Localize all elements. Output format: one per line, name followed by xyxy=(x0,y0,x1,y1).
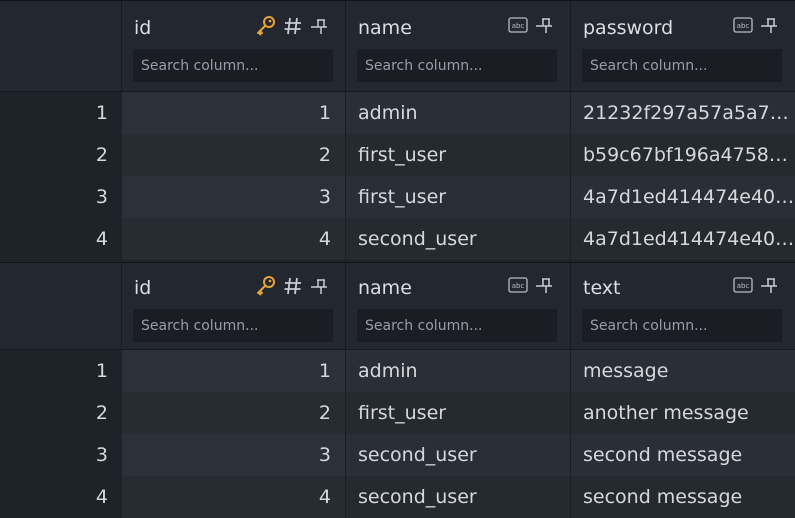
column-name: password xyxy=(583,17,674,39)
search-column-input[interactable] xyxy=(133,309,333,342)
pin-icon[interactable] xyxy=(309,16,329,36)
table-row[interactable]: 4 4 second_user second message xyxy=(0,476,795,518)
cell-id[interactable]: 3 xyxy=(122,434,346,476)
search-column-input[interactable] xyxy=(582,49,782,82)
cell-password[interactable]: 4a7d1ed414474e403... xyxy=(571,176,795,218)
search-column-input[interactable] xyxy=(357,49,557,82)
row-number: 1 xyxy=(0,92,122,134)
column-header-id[interactable]: id xyxy=(122,1,346,91)
svg-text:abc: abc xyxy=(512,22,525,30)
cell-name[interactable]: second_user xyxy=(346,434,571,476)
cell-id[interactable]: 4 xyxy=(122,476,346,518)
cell-id[interactable]: 1 xyxy=(122,350,346,392)
table-body: 1 1 admin message 2 2 first_user another… xyxy=(0,350,795,518)
table-row[interactable]: 1 1 admin 21232f297a57a5a743... xyxy=(0,92,795,134)
cell-id[interactable]: 4 xyxy=(122,218,346,260)
cell-text[interactable]: another message xyxy=(571,392,795,434)
pin-icon[interactable] xyxy=(534,15,554,35)
text-type-icon: abc xyxy=(508,277,528,293)
svg-text:abc: abc xyxy=(737,282,750,290)
users-table: id name abc xyxy=(0,0,795,260)
cell-name[interactable]: admin xyxy=(346,350,571,392)
hash-icon xyxy=(283,16,303,36)
row-number: 1 xyxy=(0,350,122,392)
key-icon xyxy=(255,275,277,297)
cell-text[interactable]: second message xyxy=(571,476,795,518)
column-header-text[interactable]: text abc xyxy=(571,263,795,349)
column-name: id xyxy=(134,277,152,299)
cell-id[interactable]: 2 xyxy=(122,392,346,434)
column-header-name[interactable]: name abc xyxy=(346,1,571,91)
text-type-icon: abc xyxy=(733,17,753,33)
cell-id[interactable]: 2 xyxy=(122,134,346,176)
pin-icon[interactable] xyxy=(309,276,329,296)
row-number: 2 xyxy=(0,134,122,176)
messages-table: id name abc xyxy=(0,262,795,518)
cell-name[interactable]: second_user xyxy=(346,476,571,518)
pin-icon[interactable] xyxy=(759,15,779,35)
table-header: id name abc xyxy=(0,1,795,92)
svg-text:abc: abc xyxy=(512,282,525,290)
pin-icon[interactable] xyxy=(534,275,554,295)
cell-id[interactable]: 3 xyxy=(122,176,346,218)
column-header-password[interactable]: password abc xyxy=(571,1,795,91)
table-row[interactable]: 3 3 second_user second message xyxy=(0,434,795,476)
column-name: text xyxy=(583,277,621,299)
table-row[interactable]: 2 2 first_user b59c67bf196a475819... xyxy=(0,134,795,176)
search-column-input[interactable] xyxy=(582,309,782,342)
table-header: id name abc xyxy=(0,263,795,350)
text-type-icon: abc xyxy=(508,17,528,33)
cell-text[interactable]: message xyxy=(571,350,795,392)
column-name: name xyxy=(358,17,412,39)
column-name: id xyxy=(134,17,152,39)
table-row[interactable]: 4 4 second_user 4a7d1ed414474e403... xyxy=(0,218,795,260)
row-number: 2 xyxy=(0,392,122,434)
row-number: 3 xyxy=(0,434,122,476)
svg-text:abc: abc xyxy=(737,22,750,30)
key-icon xyxy=(255,15,277,37)
table-row[interactable]: 1 1 admin message xyxy=(0,350,795,392)
cell-name[interactable]: second_user xyxy=(346,218,571,260)
cell-id[interactable]: 1 xyxy=(122,92,346,134)
table-body: 1 1 admin 21232f297a57a5a743... 2 2 firs… xyxy=(0,92,795,260)
row-number-header xyxy=(0,263,122,349)
row-number: 4 xyxy=(0,476,122,518)
cell-password[interactable]: b59c67bf196a475819... xyxy=(571,134,795,176)
search-column-input[interactable] xyxy=(133,49,333,82)
cell-name[interactable]: admin xyxy=(346,92,571,134)
cell-password[interactable]: 21232f297a57a5a743... xyxy=(571,92,795,134)
table-row[interactable]: 3 3 first_user 4a7d1ed414474e403... xyxy=(0,176,795,218)
cell-name[interactable]: first_user xyxy=(346,134,571,176)
cell-name[interactable]: first_user xyxy=(346,392,571,434)
column-header-name[interactable]: name abc xyxy=(346,263,571,349)
text-type-icon: abc xyxy=(733,277,753,293)
row-number-header xyxy=(0,1,122,91)
hash-icon xyxy=(283,276,303,296)
pin-icon[interactable] xyxy=(759,275,779,295)
cell-text[interactable]: second message xyxy=(571,434,795,476)
column-header-id[interactable]: id xyxy=(122,263,346,349)
row-number: 3 xyxy=(0,176,122,218)
cell-name[interactable]: first_user xyxy=(346,176,571,218)
column-name: name xyxy=(358,277,412,299)
cell-password[interactable]: 4a7d1ed414474e403... xyxy=(571,218,795,260)
table-row[interactable]: 2 2 first_user another message xyxy=(0,392,795,434)
search-column-input[interactable] xyxy=(357,309,557,342)
row-number: 4 xyxy=(0,218,122,260)
